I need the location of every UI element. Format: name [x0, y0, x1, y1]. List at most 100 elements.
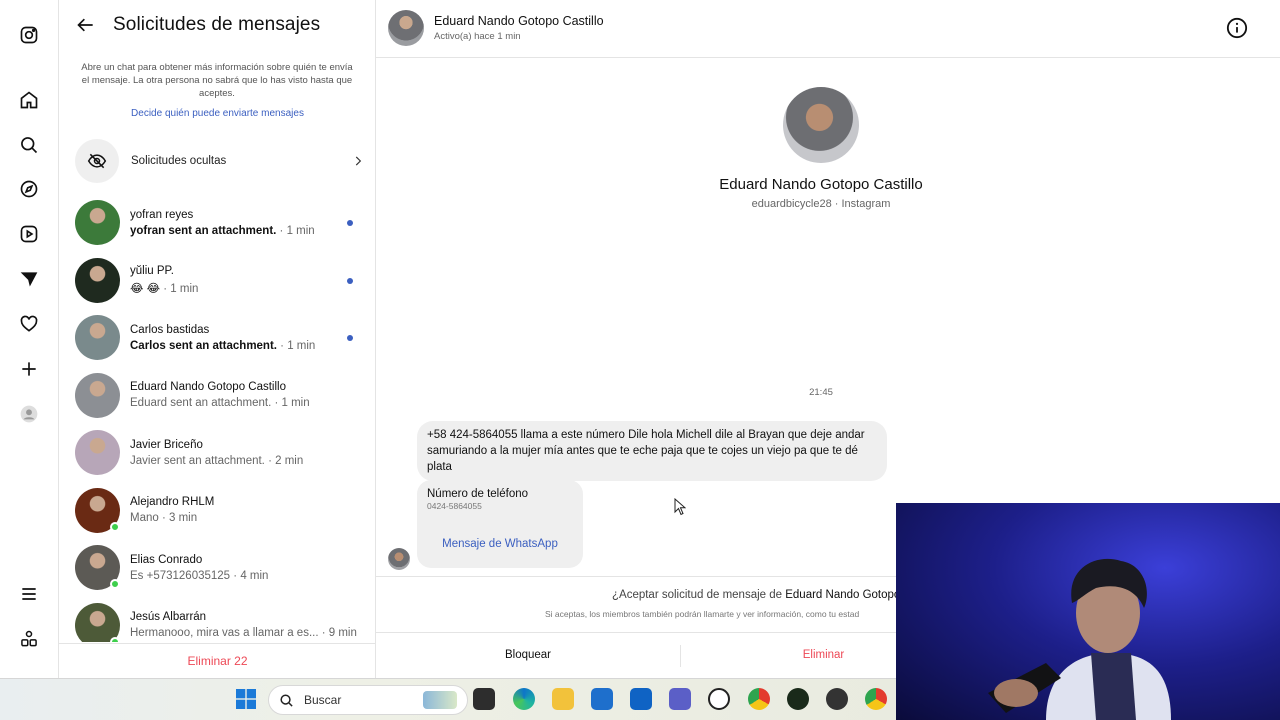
avatar[interactable]: [75, 602, 120, 642]
request-preview: Carlos sent an attachment. · 1 min: [130, 340, 365, 352]
request-item[interactable]: yŭliu PP. 😂 😂 · 1 min: [75, 252, 365, 310]
reels-icon[interactable]: [17, 222, 41, 246]
hidden-requests-label: Solicitudes ocultas: [131, 155, 227, 167]
whatsapp-icon[interactable]: [708, 688, 730, 710]
request-preview-text: Hermanooo, mira vas a llamar a es...: [130, 627, 319, 640]
request-name: Carlos bastidas: [130, 323, 210, 336]
request-text: Eduard Nando Gotopo Castillo Eduard sent …: [130, 381, 365, 409]
nav-rail: [0, 0, 59, 678]
message-requests-pane: Solicitudes de mensajes Abre un chat par…: [59, 0, 376, 678]
avatar[interactable]: [75, 200, 120, 246]
request-name: yofran reyes: [130, 208, 194, 221]
request-preview-text: Javier sent an attachment.: [130, 454, 265, 467]
outlook-icon[interactable]: [630, 688, 652, 710]
store-icon[interactable]: [591, 688, 613, 710]
info-icon[interactable]: [1226, 17, 1248, 39]
chat-header: Eduard Nando Gotopo Castillo Activo(a) h…: [376, 0, 1280, 58]
avatar[interactable]: [75, 257, 120, 303]
folder-icon[interactable]: [552, 688, 574, 710]
edge-icon[interactable]: [513, 688, 535, 710]
chrome-icon[interactable]: [748, 688, 770, 710]
back-arrow-icon[interactable]: [75, 14, 97, 36]
request-item[interactable]: Elias Conrado Es +573126035125 · 4 min: [75, 539, 365, 597]
chat-header-name[interactable]: Eduard Nando Gotopo Castillo: [434, 14, 604, 28]
request-time: · 1 min: [276, 339, 316, 352]
profile-icon[interactable]: [17, 402, 41, 426]
taskbar-search[interactable]: Buscar: [268, 685, 468, 715]
delete-all-button[interactable]: Eliminar 22: [59, 643, 376, 678]
accept-question: ¿Aceptar solicitud de mensaje de Eduard …: [612, 589, 900, 601]
file-explorer-dark-icon[interactable]: [473, 688, 495, 710]
search-highlight-icon: [423, 691, 457, 709]
request-time: · 3 min: [158, 512, 198, 525]
chevron-right-icon: [355, 156, 362, 166]
unread-dot: [347, 277, 353, 284]
notifications-icon[interactable]: [17, 312, 41, 336]
request-preview-text: Es +573126035125: [130, 569, 231, 582]
accept-question-name: Eduard Nando Gotopo: [785, 589, 901, 601]
request-preview: Es +573126035125 · 4 min: [130, 570, 365, 582]
online-indicator: [110, 579, 120, 590]
request-item[interactable]: Jesús Albarrán Hermanooo, mira vas a llam…: [75, 597, 365, 642]
messages-icon[interactable]: [17, 267, 41, 291]
avatar[interactable]: [75, 430, 120, 476]
hidden-requests-row[interactable]: Solicitudes ocultas: [75, 139, 365, 183]
sender-avatar[interactable]: [388, 548, 410, 570]
create-icon[interactable]: [17, 357, 41, 381]
phone-card-title: Número de teléfono: [427, 488, 529, 500]
decide-who-link[interactable]: Decide quién puede enviarte mensajes: [59, 108, 376, 119]
menu-icon[interactable]: [17, 582, 41, 606]
avatar[interactable]: [75, 545, 120, 591]
phone-card-number: 0424-5864055: [427, 501, 482, 511]
teams-icon[interactable]: [669, 688, 691, 710]
online-indicator: [110, 636, 120, 642]
request-preview: Hermanooo, mira vas a llamar a es... · 9…: [130, 627, 365, 639]
request-name: Eduard Nando Gotopo Castillo: [130, 381, 286, 394]
request-preview-text: Mano: [130, 512, 159, 525]
search-icon[interactable]: [17, 133, 41, 157]
explore-icon[interactable]: [17, 177, 41, 201]
accept-question-text: ¿Aceptar solicitud de mensaje de: [612, 589, 786, 601]
request-time: · 4 min: [230, 569, 269, 582]
avatar[interactable]: [75, 372, 120, 418]
online-indicator: [110, 521, 120, 532]
taskbar-search-placeholder: Buscar: [304, 693, 342, 707]
requests-header: Solicitudes de mensajes: [75, 14, 320, 36]
chrome-profile-icon[interactable]: [865, 688, 887, 710]
request-item[interactable]: Alejandro RHLM Mano · 3 min: [75, 482, 365, 540]
profile-handle: eduardbicycle28 · Instagram: [751, 198, 891, 210]
request-item[interactable]: Eduard Nando Gotopo Castillo Eduard sent …: [75, 367, 365, 425]
request-preview-text: Carlos sent an attachment.: [130, 339, 277, 352]
request-name: Jesús Albarrán: [130, 611, 207, 624]
block-button[interactable]: Bloquear: [376, 633, 680, 679]
whatsapp-message-link[interactable]: Mensaje de WhatsApp: [417, 538, 583, 550]
home-icon[interactable]: [17, 88, 41, 112]
request-item[interactable]: yofran reyes yofran sent an attachment. ·…: [75, 194, 365, 252]
windows-start-icon[interactable]: [236, 689, 256, 709]
request-name: Alejandro RHLM: [130, 496, 215, 509]
profile-name: Eduard Nando Gotopo Castillo: [719, 176, 923, 193]
app-icon[interactable]: [826, 688, 848, 710]
requests-list: yofran reyes yofran sent an attachment. ·…: [75, 194, 365, 642]
request-name: yŭliu PP.: [130, 265, 174, 278]
avatar[interactable]: [75, 487, 120, 533]
request-preview: yofran sent an attachment. · 1 min: [130, 225, 365, 237]
unread-dot: [347, 220, 353, 226]
avatar[interactable]: [75, 315, 120, 361]
request-text: Javier Briceño Javier sent an attachment.…: [130, 439, 365, 467]
request-preview: 😂 😂 · 1 min: [130, 281, 365, 295]
profile-avatar[interactable]: [783, 87, 859, 163]
request-item[interactable]: Carlos bastidas Carlos sent an attachment…: [75, 309, 365, 367]
request-preview: Eduard sent an attachment. · 1 min: [130, 397, 365, 409]
request-text: yŭliu PP. 😂 😂 · 1 min: [130, 265, 365, 295]
request-text: Alejandro RHLM Mano · 3 min: [130, 496, 365, 524]
upwork-icon[interactable]: [787, 688, 809, 710]
instagram-icon[interactable]: [17, 23, 41, 47]
request-item[interactable]: Javier Briceño Javier sent an attachment.…: [75, 424, 365, 482]
more-apps-icon[interactable]: [17, 627, 41, 651]
request-preview-text: 😂 😂: [130, 283, 161, 296]
chat-header-avatar[interactable]: [388, 10, 424, 46]
message-timestamp: 21:45: [809, 387, 833, 398]
request-preview: Javier sent an attachment. · 2 min: [130, 455, 365, 467]
message-bubble[interactable]: +58 424-5864055 llama a este número Dile…: [417, 421, 887, 481]
